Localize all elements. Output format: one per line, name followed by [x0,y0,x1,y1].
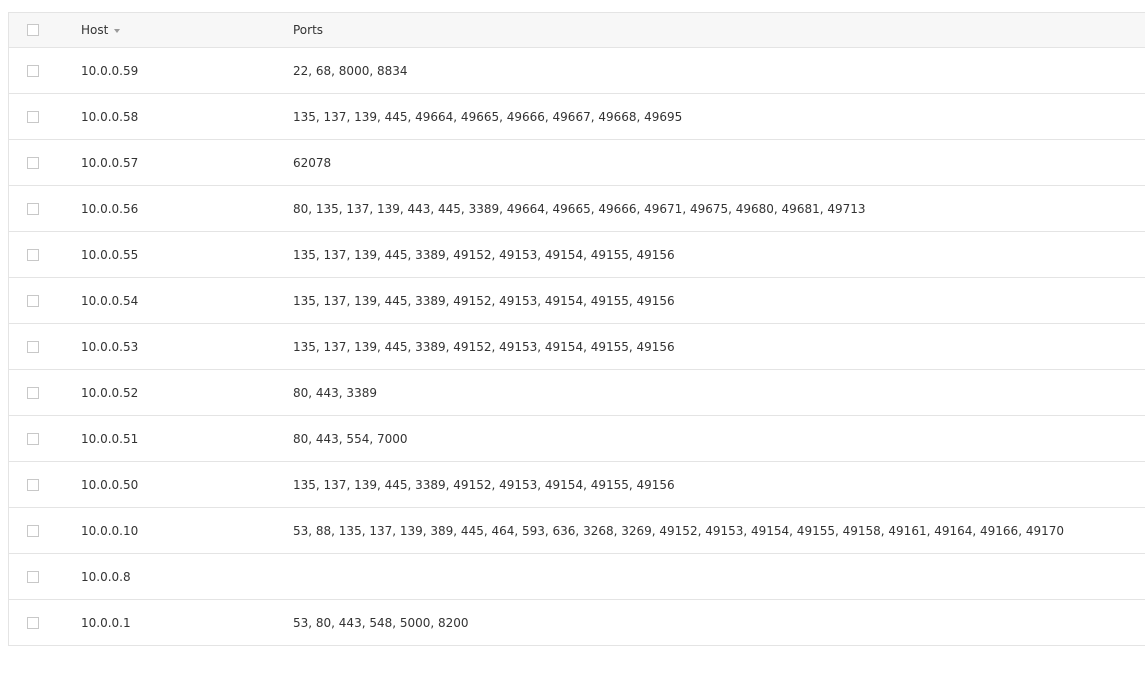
row-select-cell [9,248,81,261]
ports-cell: 80, 443, 3389 [293,385,377,400]
host-cell: 10.0.0.55 [81,247,139,262]
row-checkbox[interactable] [27,524,39,537]
table-row[interactable]: 10.0.0.52 80, 443, 3389 [9,370,1145,416]
table-row[interactable]: 10.0.0.54 135, 137, 139, 445, 3389, 49152… [9,278,1145,324]
row-select-cell [9,340,81,353]
ports-cell: 135, 137, 139, 445, 3389, 49152, 49153, … [293,293,675,308]
table-row[interactable]: 10.0.0.1 53, 80, 443, 548, 5000, 8200 [9,600,1145,646]
row-checkbox[interactable] [27,340,39,353]
row-select-cell [9,156,81,169]
row-checkbox[interactable] [27,616,39,629]
host-cell: 10.0.0.59 [81,63,139,78]
row-checkbox[interactable] [27,294,39,307]
table-header: Host Ports [9,13,1145,48]
ports-cell: 22, 68, 8000, 8834 [293,63,408,78]
ports-column-label: Ports [293,23,324,37]
host-cell: 10.0.0.1 [81,615,131,630]
ports-cell: 135, 137, 139, 445, 3389, 49152, 49153, … [293,339,675,354]
host-cell: 10.0.0.52 [81,385,139,400]
ports-cell: 135, 137, 139, 445, 3389, 49152, 49153, … [293,477,675,492]
ports-cell: 80, 135, 137, 139, 443, 445, 3389, 49664… [293,201,866,216]
host-column-header[interactable]: Host [81,23,293,37]
table-row[interactable]: 10.0.0.8 [9,554,1145,600]
row-checkbox[interactable] [27,478,39,491]
sort-desc-icon[interactable] [114,29,121,33]
row-select-cell [9,524,81,537]
row-select-cell [9,570,81,583]
host-cell: 10.0.0.54 [81,293,139,308]
table-row[interactable]: 10.0.0.50 135, 137, 139, 445, 3389, 49152… [9,462,1145,508]
table-row[interactable]: 10.0.0.53 135, 137, 139, 445, 3389, 49152… [9,324,1145,370]
host-cell: 10.0.0.51 [81,431,139,446]
host-cell: 10.0.0.50 [81,477,139,492]
row-select-cell [9,202,81,215]
row-select-cell [9,110,81,123]
table-row[interactable]: 10.0.0.55 135, 137, 139, 445, 3389, 49152… [9,232,1145,278]
host-cell: 10.0.0.8 [81,569,131,584]
row-checkbox[interactable] [27,432,39,445]
ports-cell: 80, 443, 554, 7000 [293,431,408,446]
table-row[interactable]: 10.0.0.10 53, 88, 135, 137, 139, 389, 445… [9,508,1145,554]
row-checkbox[interactable] [27,64,39,77]
ports-cell: 135, 137, 139, 445, 49664, 49665, 49666,… [293,109,683,124]
row-select-cell [9,616,81,629]
ports-cell: 62078 [293,155,332,170]
table-row[interactable]: 10.0.0.57 62078 [9,140,1145,186]
row-checkbox[interactable] [27,156,39,169]
host-cell: 10.0.0.56 [81,201,139,216]
host-cell: 10.0.0.10 [81,523,139,538]
row-checkbox[interactable] [27,248,39,261]
table-row[interactable]: 10.0.0.58 135, 137, 139, 445, 49664, 4966… [9,94,1145,140]
select-all-checkbox[interactable] [27,24,39,36]
ports-cell: 53, 88, 135, 137, 139, 389, 445, 464, 59… [293,523,1064,538]
table-body: 10.0.0.59 22, 68, 8000, 8834 10.0.0.58 135,… [9,48,1145,646]
hosts-table: Host Ports 10.0.0.59 22, 68, 8000, 8834 10… [8,12,1145,646]
ports-cell: 53, 80, 443, 548, 5000, 8200 [293,615,469,630]
row-checkbox[interactable] [27,110,39,123]
row-select-cell [9,478,81,491]
row-select-cell [9,432,81,445]
row-checkbox[interactable] [27,570,39,583]
row-select-cell [9,294,81,307]
table-row[interactable]: 10.0.0.51 80, 443, 554, 7000 [9,416,1145,462]
table-row[interactable]: 10.0.0.59 22, 68, 8000, 8834 [9,48,1145,94]
row-select-cell [9,386,81,399]
host-cell: 10.0.0.58 [81,109,139,124]
row-checkbox[interactable] [27,202,39,215]
row-select-cell [9,64,81,77]
ports-cell: 135, 137, 139, 445, 3389, 49152, 49153, … [293,247,675,262]
host-cell: 10.0.0.57 [81,155,139,170]
host-cell: 10.0.0.53 [81,339,139,354]
select-all-cell [9,24,81,36]
table-row[interactable]: 10.0.0.56 80, 135, 137, 139, 443, 445, 33… [9,186,1145,232]
host-column-label: Host [81,23,109,37]
row-checkbox[interactable] [27,386,39,399]
ports-column-header[interactable]: Ports [293,23,1145,37]
